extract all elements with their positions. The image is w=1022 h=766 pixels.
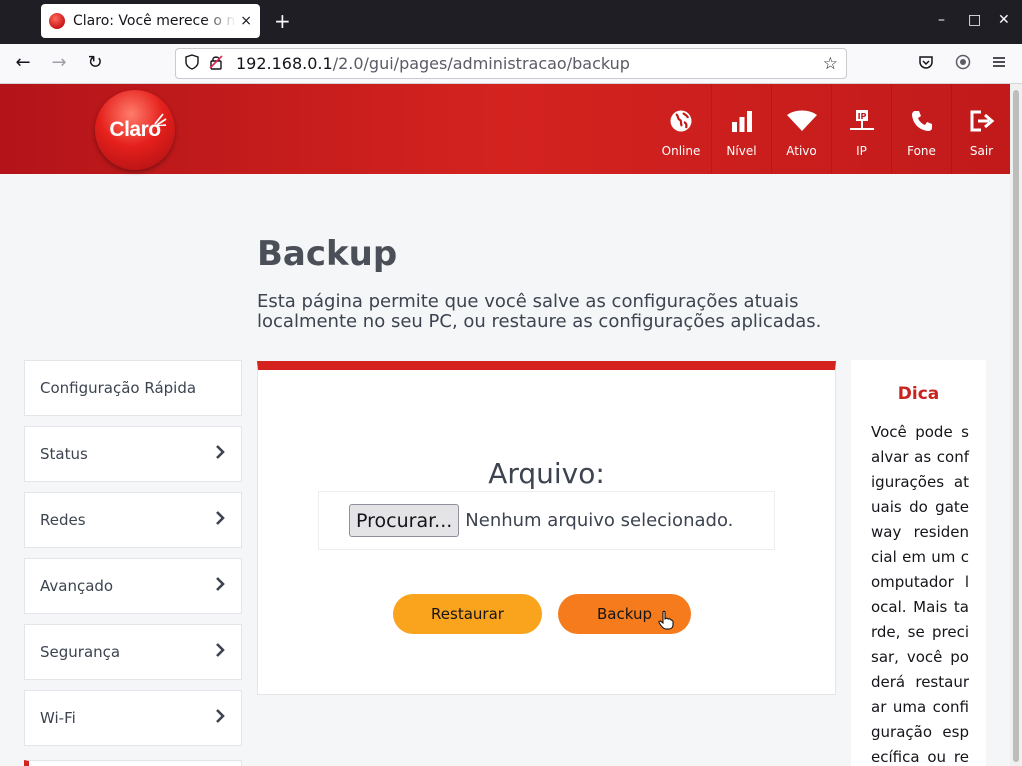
file-status: Nenhum arquivo selecionado. xyxy=(465,510,734,531)
url-host: 192.168.0.1 xyxy=(236,54,333,73)
sidebar-item-label: Configuração Rápida xyxy=(40,379,197,397)
sidebar-item-label: Segurança xyxy=(40,643,121,661)
restore-button[interactable]: Restaurar xyxy=(393,594,542,634)
tab-title: Claro: Você merece o nov xyxy=(73,13,237,29)
header-nav-label: IP xyxy=(856,144,867,158)
tip-panel: Dica Você pode salvar as configurações a… xyxy=(851,360,986,766)
header-nav-sair[interactable]: Sair xyxy=(951,84,1010,174)
scrollbar-thumb[interactable] xyxy=(1013,90,1019,762)
sidebar-item-label: Status xyxy=(40,445,88,463)
sidebar-item-avancado[interactable]: Avançado xyxy=(24,558,242,614)
tab-close-icon[interactable]: × xyxy=(240,13,252,29)
maximize-button[interactable]: □ xyxy=(968,12,981,28)
bookmark-star-icon[interactable]: ☆ xyxy=(823,54,838,74)
back-button[interactable]: ← xyxy=(11,52,35,73)
chevron-right-icon xyxy=(215,643,225,661)
logout-icon xyxy=(969,108,995,134)
url-bar[interactable]: 192.168.0.1/2.0/gui/pages/administracao/… xyxy=(175,48,847,79)
new-tab-button[interactable]: + xyxy=(274,10,291,32)
claro-favicon-icon xyxy=(49,13,65,29)
sidebar-item-seguranca[interactable]: Segurança xyxy=(24,624,242,680)
claro-logo[interactable]: Claro xyxy=(95,90,175,170)
forward-button[interactable]: → xyxy=(47,52,71,73)
sidebar-item-label: Wi-Fi xyxy=(40,709,76,727)
chevron-right-icon xyxy=(215,577,225,595)
browse-button[interactable]: Procurar... xyxy=(349,504,460,537)
logo-rays-icon xyxy=(154,113,167,126)
chevron-right-icon xyxy=(215,709,225,727)
sidebar: Configuração Rápida Status Redes Avançad… xyxy=(24,360,242,756)
page-title: Backup xyxy=(257,234,398,274)
sidebar-item-redes[interactable]: Redes xyxy=(24,492,242,548)
hand-cursor-icon xyxy=(658,610,674,630)
header-nav-label: Online xyxy=(661,144,701,158)
sidebar-item-active[interactable] xyxy=(24,760,242,766)
ip-network-icon: IP xyxy=(849,108,875,134)
header-nav-label: Fone xyxy=(907,144,936,158)
wifi-icon xyxy=(786,108,817,134)
page-scrollbar[interactable] xyxy=(1010,84,1022,766)
phone-icon xyxy=(910,108,934,134)
reload-button[interactable]: ↻ xyxy=(83,52,107,73)
header-nav-label: Nível xyxy=(726,144,757,158)
pocket-icon[interactable] xyxy=(918,54,934,74)
header-nav-label: Sair xyxy=(969,144,994,158)
sidebar-item-configuracao-rapida[interactable]: Configuração Rápida xyxy=(24,360,242,416)
header-nav-ip[interactable]: IP IP xyxy=(831,84,891,174)
insecure-lock-icon[interactable] xyxy=(208,54,224,74)
globe-icon xyxy=(669,108,693,134)
header-nav-label: Ativo xyxy=(786,144,817,158)
chevron-right-icon xyxy=(215,511,225,529)
header-nav: Online Nível Ativo IP IP Fone Sair xyxy=(651,84,1010,174)
svg-text:IP: IP xyxy=(857,112,866,121)
url-text[interactable]: 192.168.0.1/2.0/gui/pages/administracao/… xyxy=(236,54,630,73)
signal-bars-icon xyxy=(731,108,753,134)
browser-tab[interactable]: Claro: Você merece o nov × xyxy=(41,4,260,38)
header-nav-online[interactable]: Online xyxy=(651,84,711,174)
file-label: Arquivo: xyxy=(488,457,605,490)
claro-header: Claro Online Nível Ativo IP IP Fone Sair xyxy=(0,84,1010,174)
extension-icon[interactable] xyxy=(955,54,971,74)
header-nav-fone[interactable]: Fone xyxy=(891,84,951,174)
sidebar-item-label: Redes xyxy=(40,511,86,529)
browser-tab-bar: Claro: Você merece o nov × + – □ ✕ xyxy=(0,0,1022,44)
tip-title: Dica xyxy=(897,384,940,404)
browser-nav-bar: ← → ↻ 192.168.0.1/2.0/gui/pages/administ… xyxy=(0,44,1022,84)
sidebar-item-label: Avançado xyxy=(40,577,114,595)
page-viewport: Claro Online Nível Ativo IP IP Fone Sair… xyxy=(0,84,1010,766)
page-description: Esta página permite que você salve as co… xyxy=(257,291,822,332)
minimize-button[interactable]: – xyxy=(938,12,945,28)
close-window-button[interactable]: ✕ xyxy=(998,12,1010,28)
sidebar-item-wifi[interactable]: Wi-Fi xyxy=(24,690,242,746)
file-input[interactable]: Procurar... Nenhum arquivo selecionado. xyxy=(318,491,775,550)
tip-text: Você pode salvar as configurações atuais… xyxy=(871,423,969,766)
url-path: /2.0/gui/pages/administracao/backup xyxy=(332,54,630,73)
chevron-right-icon xyxy=(215,445,225,463)
backup-card: Arquivo: Procurar... Nenhum arquivo sele… xyxy=(257,361,836,695)
header-nav-ativo[interactable]: Ativo xyxy=(771,84,831,174)
menu-icon[interactable] xyxy=(991,54,1007,74)
sidebar-item-status[interactable]: Status xyxy=(24,426,242,482)
shield-icon[interactable] xyxy=(185,53,199,74)
header-nav-nivel[interactable]: Nível xyxy=(711,84,771,174)
backup-button-label: Backup xyxy=(597,605,652,623)
